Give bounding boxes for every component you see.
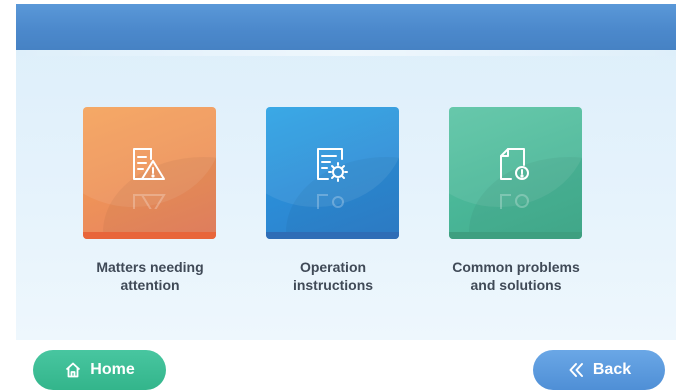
double-chevron-left-icon (567, 361, 585, 379)
label-line: and solutions (470, 277, 562, 293)
operation-instructions-card[interactable] (266, 107, 399, 239)
icon-reflection (308, 187, 354, 209)
back-button-label: Back (592, 361, 632, 378)
document-settings-icon (308, 141, 354, 187)
common-problems-card[interactable] (449, 107, 582, 239)
operation-instructions-label: Operation instructions (243, 258, 423, 294)
home-icon (64, 361, 82, 379)
label-line: instructions (292, 277, 374, 293)
document-warning-icon (125, 141, 171, 187)
label-line: Common problems (452, 259, 580, 275)
card-bottom-bar (449, 232, 582, 239)
label-line: attention (120, 277, 180, 293)
header-bar (16, 4, 676, 56)
card-bottom-bar (266, 232, 399, 239)
icon-reflection (491, 187, 537, 209)
common-problems-label: Common problems and solutions (426, 258, 606, 294)
home-button[interactable]: Home (33, 350, 166, 390)
icon-reflection (125, 187, 171, 209)
label-line: Matters needing (96, 259, 204, 275)
card-bottom-bar (83, 232, 216, 239)
home-button-label: Home (90, 361, 135, 378)
file-alert-icon (491, 141, 537, 187)
matters-needing-attention-label: Matters needing attention (60, 258, 240, 294)
matters-needing-attention-card[interactable] (83, 107, 216, 239)
label-line: Operation (299, 259, 367, 275)
back-button[interactable]: Back (533, 350, 665, 390)
